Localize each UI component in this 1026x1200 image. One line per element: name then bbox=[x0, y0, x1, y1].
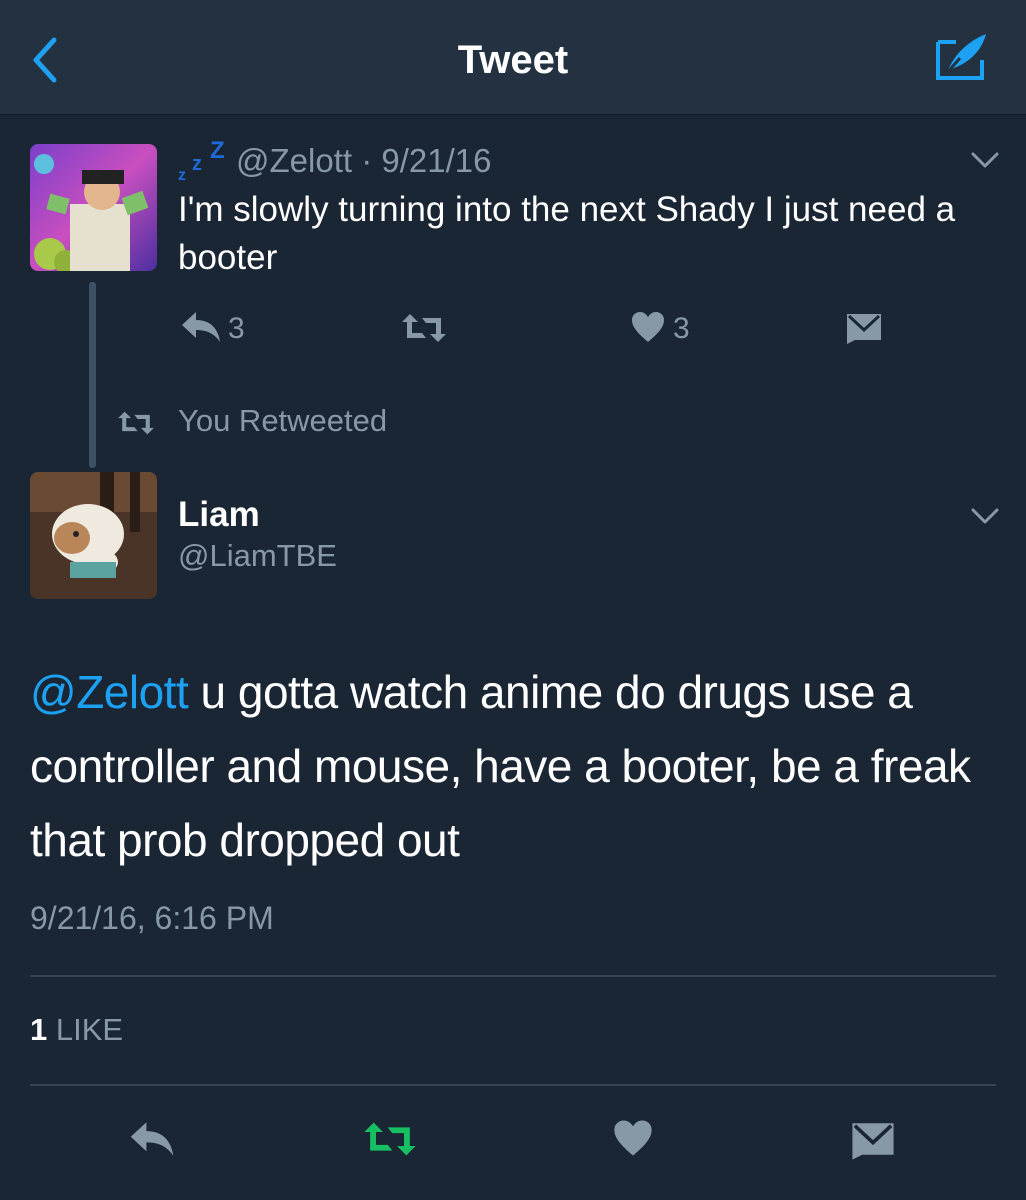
main-reply-icon[interactable] bbox=[128, 1120, 176, 1158]
zzz-sleep-icon: z z Z bbox=[176, 136, 230, 186]
likes-count: 1 bbox=[30, 1012, 48, 1047]
main-tweet-timestamp: 9/21/16, 6:16 PM bbox=[30, 900, 274, 936]
meta-separator: · bbox=[361, 142, 373, 179]
main-author-name[interactable]: Liam bbox=[178, 495, 260, 535]
reply-tweet-text: I'm slowly turning into the next Shady I… bbox=[178, 190, 956, 277]
compose-icon[interactable] bbox=[932, 30, 992, 84]
likes-label: LIKE bbox=[55, 1012, 124, 1047]
reply-tweet-meta: @Zelott · 9/21/16 bbox=[236, 142, 492, 180]
reply-date: 9/21/16 bbox=[381, 142, 492, 179]
you-retweeted-label: You Retweeted bbox=[178, 403, 388, 438]
reply-author-handle[interactable]: @Zelott bbox=[236, 142, 352, 179]
reply-like-count: 3 bbox=[673, 312, 690, 345]
divider bbox=[30, 975, 996, 977]
retweeted-retweet-icon bbox=[116, 410, 156, 436]
reply-heart-icon[interactable] bbox=[630, 310, 666, 344]
divider bbox=[30, 1084, 996, 1086]
main-envelope-icon[interactable] bbox=[850, 1118, 896, 1160]
reply-reply-count: 3 bbox=[228, 312, 245, 345]
reply-reply-icon[interactable] bbox=[180, 310, 222, 344]
zelott-avatar[interactable] bbox=[30, 144, 157, 271]
svg-text:z: z bbox=[178, 167, 186, 184]
reply-tweet-menu-chevron-down-icon[interactable] bbox=[970, 148, 1000, 172]
mention-link[interactable]: @Zelott bbox=[30, 666, 189, 718]
main-tweet-menu-chevron-down-icon[interactable] bbox=[970, 504, 1000, 528]
likes-summary[interactable]: 1 LIKE bbox=[30, 1012, 123, 1048]
reply-retweet-icon[interactable] bbox=[400, 312, 448, 344]
liam-avatar[interactable] bbox=[30, 472, 157, 599]
svg-text:Z: Z bbox=[210, 137, 225, 164]
main-heart-icon[interactable] bbox=[612, 1118, 654, 1158]
reply-envelope-icon[interactable] bbox=[845, 310, 883, 344]
main-retweet-icon[interactable] bbox=[362, 1120, 418, 1158]
navigation-bar: Tweet bbox=[0, 0, 1026, 115]
thread-connector-line bbox=[89, 282, 96, 468]
svg-text:z: z bbox=[192, 153, 202, 175]
main-author-handle[interactable]: @LiamTBE bbox=[178, 538, 337, 574]
main-tweet-text: @Zelott u gotta watch anime do drugs use… bbox=[30, 655, 1000, 877]
page-title: Tweet bbox=[457, 38, 569, 82]
